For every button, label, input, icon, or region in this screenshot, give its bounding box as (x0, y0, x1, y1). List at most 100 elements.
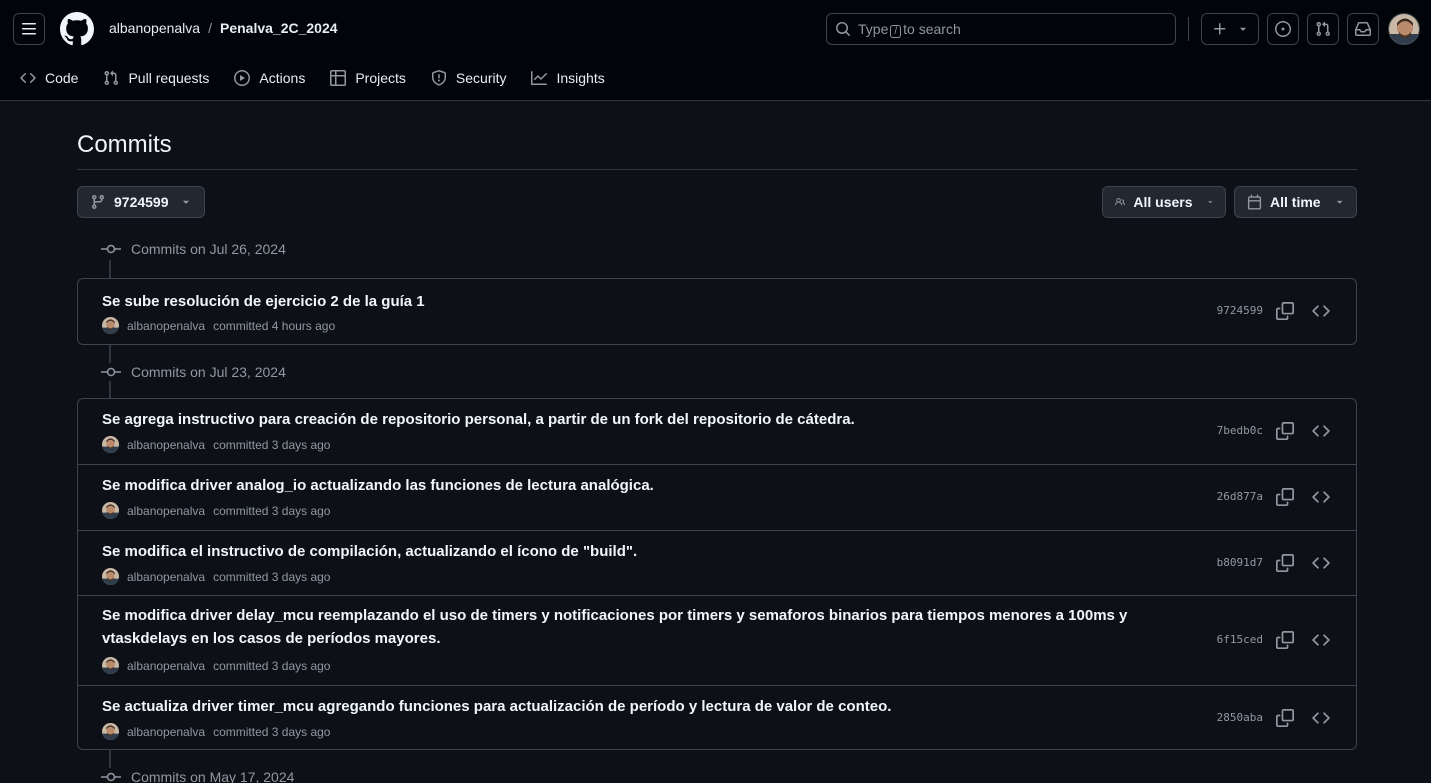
commit-author[interactable]: albanopenalva (127, 319, 205, 333)
commit-group-header: Commits on Jul 23, 2024 (101, 362, 286, 382)
commit-sha-link[interactable]: b8091d7 (1217, 556, 1263, 569)
commit-sha-link[interactable]: 9724599 (1217, 304, 1263, 317)
commit-meta: albanopenalva committed 3 days ago (102, 502, 330, 519)
browse-code-icon[interactable] (1312, 422, 1330, 440)
commit-message-link[interactable]: Se modifica el instructivo de compilació… (102, 540, 1162, 563)
browse-code-icon[interactable] (1312, 488, 1330, 506)
commit-group-date: Commits on May 17, 2024 (131, 769, 295, 783)
tab-security[interactable]: Security (431, 70, 507, 86)
triangle-down-icon (1336, 200, 1343, 204)
git-commit-icon (101, 771, 121, 783)
commit-message-link[interactable]: Se agrega instructivo para creación de r… (102, 408, 1162, 431)
commit-meta: albanopenalva committed 3 days ago (102, 568, 330, 585)
commit-group-header: Commits on May 17, 2024 (101, 767, 294, 783)
tab-projects[interactable]: Projects (330, 70, 406, 86)
user-avatar[interactable] (1388, 13, 1420, 45)
issues-button[interactable] (1267, 13, 1299, 45)
author-avatar[interactable] (102, 436, 119, 453)
commit-author[interactable]: albanopenalva (127, 659, 205, 673)
code-icon (20, 70, 36, 86)
copy-icon[interactable] (1276, 488, 1294, 506)
commit-group-date: Commits on Jul 23, 2024 (131, 364, 286, 380)
shield-icon (431, 70, 446, 86)
author-avatar[interactable] (102, 657, 119, 674)
commit-sha-link[interactable]: 2850aba (1217, 711, 1263, 724)
commit-row: Se sube resolución de ejercicio 2 de la … (78, 279, 1356, 344)
commit-row: Se modifica driver analog_io actualizand… (78, 464, 1356, 530)
triangle-down-icon (1239, 27, 1247, 31)
author-avatar[interactable] (102, 317, 119, 334)
commit-sha-link[interactable]: 6f15ced (1217, 633, 1263, 646)
browse-code-icon[interactable] (1312, 631, 1330, 649)
git-branch-icon (91, 195, 104, 210)
browse-code-icon[interactable] (1312, 709, 1330, 727)
people-icon (1115, 198, 1126, 206)
avatar-image-icon (102, 723, 119, 740)
avatar-image-icon (102, 502, 119, 519)
git-commit-icon (101, 366, 121, 378)
copy-icon[interactable] (1276, 554, 1294, 572)
tab-label: Code (45, 70, 79, 86)
commit-message-link[interactable]: Se modifica driver analog_io actualizand… (102, 474, 1162, 497)
tab-pull-requests[interactable]: Pull requests (103, 70, 209, 86)
browse-code-icon[interactable] (1312, 554, 1330, 572)
commit-row: Se agrega instructivo para creación de r… (78, 399, 1356, 464)
commit-message-link[interactable]: Se modifica driver delay_mcu reemplazand… (102, 604, 1162, 650)
timeline-connector (109, 260, 111, 278)
commit-author[interactable]: albanopenalva (127, 438, 205, 452)
search-placeholder: Type / to search (858, 20, 961, 38)
commit-author[interactable]: albanopenalva (127, 504, 205, 518)
graph-icon (531, 71, 548, 85)
create-new-button[interactable] (1201, 13, 1259, 45)
browse-code-icon[interactable] (1312, 302, 1330, 320)
pull-request-icon (104, 70, 119, 86)
commit-time: committed 3 days ago (213, 658, 331, 673)
commit-author[interactable]: albanopenalva (127, 570, 205, 584)
breadcrumb: albanopenalva / Penalva_2C_2024 (109, 20, 338, 36)
author-avatar[interactable] (102, 502, 119, 519)
commit-meta: albanopenalva committed 4 hours ago (102, 317, 335, 334)
tab-code[interactable]: Code (20, 70, 78, 86)
avatar-image-icon (102, 568, 119, 585)
menu-button[interactable] (13, 13, 45, 45)
time-filter-button[interactable]: All time (1234, 186, 1357, 218)
search-input[interactable]: Type / to search (826, 13, 1176, 45)
github-logo-icon[interactable] (60, 12, 94, 46)
users-filter-label: All users (1133, 194, 1193, 210)
copy-icon[interactable] (1276, 631, 1294, 649)
commit-author[interactable]: albanopenalva (127, 725, 205, 739)
users-filter-button[interactable]: All users (1102, 186, 1226, 218)
commit-time: committed 3 days ago (213, 437, 331, 452)
commit-row: Se modifica el instructivo de compilació… (78, 530, 1356, 595)
commit-sha-link[interactable]: 7bedb0c (1217, 424, 1263, 437)
commit-message-link[interactable]: Se actualiza driver timer_mcu agregando … (102, 695, 1162, 718)
inbox-button[interactable] (1347, 13, 1379, 45)
table-icon (330, 70, 347, 86)
plus-icon (1214, 23, 1226, 35)
copy-icon[interactable] (1276, 302, 1294, 320)
pull-requests-button[interactable] (1307, 13, 1339, 45)
commit-time: committed 3 days ago (213, 569, 331, 584)
calendar-icon (1247, 194, 1262, 210)
copy-icon[interactable] (1276, 422, 1294, 440)
repo-owner-link[interactable]: albanopenalva (109, 20, 200, 36)
branch-select-button[interactable]: 9724599 (77, 186, 205, 218)
breadcrumb-separator: / (208, 20, 212, 36)
tab-label: Actions (259, 70, 306, 86)
timeline-connector (109, 345, 111, 363)
tab-label: Security (455, 70, 507, 86)
time-filter-label: All time (1270, 194, 1321, 210)
commit-sha-link[interactable]: 26d877a (1217, 490, 1263, 503)
inbox-icon (1355, 22, 1371, 36)
author-avatar[interactable] (102, 723, 119, 740)
search-shortcut-key: / (890, 24, 902, 38)
tab-actions[interactable]: Actions (234, 70, 305, 86)
triangle-down-icon (182, 200, 189, 204)
tab-label: Projects (355, 70, 406, 86)
copy-icon[interactable] (1276, 709, 1294, 727)
repo-name-link[interactable]: Penalva_2C_2024 (220, 20, 338, 36)
avatar-image-icon (102, 317, 119, 334)
commit-message-link[interactable]: Se sube resolución de ejercicio 2 de la … (102, 290, 1162, 313)
author-avatar[interactable] (102, 568, 119, 585)
tab-insights[interactable]: Insights (531, 70, 605, 86)
